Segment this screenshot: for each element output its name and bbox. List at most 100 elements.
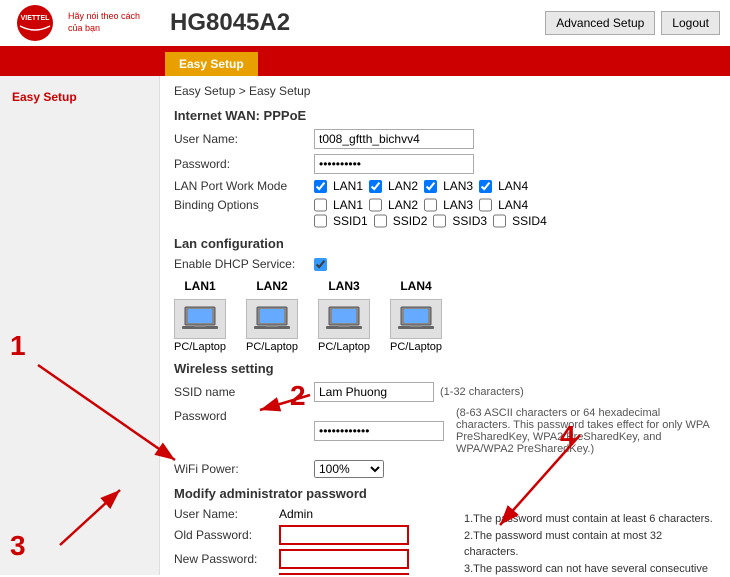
- lan3-icon: [318, 299, 370, 339]
- bind-lan4[interactable]: [479, 198, 492, 212]
- new-password-input[interactable]: [279, 549, 409, 569]
- password-label: Password:: [174, 157, 314, 171]
- admin-username-row: User Name: Admin: [174, 507, 454, 521]
- pc-laptop-icon: [180, 304, 220, 334]
- lan-checkboxes: LAN1 LAN2 LAN3 LAN4: [314, 179, 528, 193]
- wifi-power-row: WiFi Power: 100% 75% 50% 25%: [174, 460, 716, 478]
- rule-3: 3.The password can not have several cons…: [464, 561, 716, 576]
- header: VIETTEL Hãy nói theo cách của bạn HG8045…: [0, 0, 730, 48]
- lan4-icon: [390, 299, 442, 339]
- lan1-device-label: PC/Laptop: [174, 341, 226, 353]
- lan-port-row: LAN Port Work Mode LAN1 LAN2 LAN3 LAN4: [174, 179, 716, 193]
- old-password-row: Old Password:: [174, 525, 454, 545]
- admin-section: User Name: Admin Old Password: New Passw…: [174, 507, 716, 575]
- advanced-setup-button[interactable]: Advanced Setup: [545, 11, 655, 35]
- confirm-password-input[interactable]: [279, 573, 409, 575]
- lan2-col-header: LAN2: [256, 279, 287, 293]
- lan4-col-header: LAN4: [400, 279, 431, 293]
- pc-laptop-icon3: [324, 304, 364, 334]
- lan2-icon: [246, 299, 298, 339]
- easy-setup-tab[interactable]: Easy Setup: [165, 52, 258, 76]
- lan1-icon: [174, 299, 226, 339]
- lan3-checkbox[interactable]: [424, 180, 437, 193]
- bind-lan3[interactable]: [424, 198, 437, 212]
- pc-laptop-icon2: [252, 304, 292, 334]
- dhcp-checkbox[interactable]: [314, 258, 327, 271]
- lan4-checkbox[interactable]: [479, 180, 492, 193]
- lan2-device-label: PC/Laptop: [246, 341, 298, 353]
- lan1-checkbox[interactable]: [314, 180, 327, 193]
- rule-1: 1.The password must contain at least 6 c…: [464, 511, 716, 528]
- new-password-row: New Password:: [174, 549, 454, 569]
- header-buttons: Advanced Setup Logout: [545, 11, 720, 35]
- old-password-label: Old Password:: [174, 528, 279, 542]
- password-input[interactable]: [314, 154, 474, 174]
- logo-area: VIETTEL Hãy nói theo cách của bạn: [10, 4, 170, 42]
- lan3-label: LAN3: [443, 179, 473, 193]
- username-row: User Name:: [174, 129, 716, 149]
- username-input[interactable]: [314, 129, 474, 149]
- wifi-password-content: (8-63 ASCII characters or 64 hexadecimal…: [314, 407, 716, 455]
- dhcp-label: Enable DHCP Service:: [174, 257, 314, 271]
- layout: Easy Setup Easy Setup > Easy Setup Inter…: [0, 76, 730, 575]
- bind-lan2[interactable]: [369, 198, 382, 212]
- ssid-input[interactable]: [314, 382, 434, 402]
- confirm-password-row: Confirm Password:: [174, 573, 454, 575]
- lan1-col-header: LAN1: [184, 279, 215, 293]
- lan1-label: LAN1: [333, 179, 363, 193]
- sidebar: Easy Setup: [0, 76, 160, 575]
- admin-username-label: User Name:: [174, 507, 279, 521]
- wifi-password-label: Password: [174, 407, 314, 423]
- wifi-power-select[interactable]: 100% 75% 50% 25%: [314, 460, 384, 478]
- wireless-title: Wireless setting: [174, 361, 716, 376]
- lan4-col: LAN4 PC/Laptop: [390, 279, 442, 353]
- lan2-col: LAN2 PC/Laptop: [246, 279, 298, 353]
- sidebar-item-easy-setup[interactable]: Easy Setup: [0, 84, 159, 110]
- wifi-password-input[interactable]: [314, 421, 444, 441]
- lan2-checkbox[interactable]: [369, 180, 382, 193]
- internet-wan-title: Internet WAN: PPPoE: [174, 108, 716, 123]
- binding-options-row: Binding Options LAN1 LAN2 LAN3 LAN4 SSID…: [174, 198, 716, 228]
- lan1-col: LAN1 PC/Laptop: [174, 279, 226, 353]
- username-label: User Name:: [174, 132, 314, 146]
- model-name: HG8045A2: [170, 9, 545, 37]
- lan4-label: LAN4: [498, 179, 528, 193]
- binding-checks: LAN1 LAN2 LAN3 LAN4 SSID1 SSID2 SSID3 SS…: [314, 198, 547, 228]
- breadcrumb: Easy Setup > Easy Setup: [174, 84, 716, 98]
- binding-label: Binding Options: [174, 198, 314, 212]
- pc-laptop-icon4: [396, 304, 436, 334]
- nav-tabs: Easy Setup: [0, 48, 730, 76]
- admin-left: User Name: Admin Old Password: New Passw…: [174, 507, 454, 575]
- ssid-row: SSID name (1-32 characters): [174, 382, 716, 402]
- lan4-device-label: PC/Laptop: [390, 341, 442, 353]
- ssid-hint: (1-32 characters): [440, 386, 524, 398]
- main-content: Easy Setup > Easy Setup Internet WAN: PP…: [160, 76, 730, 575]
- lan2-label: LAN2: [388, 179, 418, 193]
- bind-ssid3[interactable]: [433, 214, 446, 228]
- wifi-power-label: WiFi Power:: [174, 462, 314, 476]
- admin-password-title: Modify administrator password: [174, 486, 716, 501]
- dhcp-row: Enable DHCP Service:: [174, 257, 716, 271]
- binding-ssid-row: SSID1 SSID2 SSID3 SSID4: [314, 214, 547, 228]
- ssid-label: SSID name: [174, 385, 314, 399]
- wifi-password-row: Password (8-63 ASCII characters or 64 he…: [174, 407, 716, 455]
- bind-ssid1[interactable]: [314, 214, 327, 228]
- bind-ssid4[interactable]: [493, 214, 506, 228]
- rule-2: 2.The password must contain at most 32 c…: [464, 528, 716, 561]
- logo-tagline: Hãy nói theo cách của bạn: [68, 11, 148, 34]
- svg-text:VIETTEL: VIETTEL: [21, 15, 51, 22]
- lan3-device-label: PC/Laptop: [318, 341, 370, 353]
- lan3-col-header: LAN3: [328, 279, 359, 293]
- lan3-col: LAN3 PC/Laptop: [318, 279, 370, 353]
- bind-ssid2[interactable]: [374, 214, 387, 228]
- logout-button[interactable]: Logout: [661, 11, 720, 35]
- bind-lan1[interactable]: [314, 198, 327, 212]
- lan-port-label: LAN Port Work Mode: [174, 179, 314, 193]
- new-password-label: New Password:: [174, 552, 279, 566]
- wifi-password-hint: (8-63 ASCII characters or 64 hexadecimal…: [456, 407, 716, 455]
- lan-config-title: Lan configuration: [174, 236, 716, 251]
- admin-username-value: Admin: [279, 507, 313, 521]
- old-password-input[interactable]: [279, 525, 409, 545]
- viettel-logo: VIETTEL: [10, 4, 60, 42]
- admin-rules: 1.The password must contain at least 6 c…: [464, 507, 716, 575]
